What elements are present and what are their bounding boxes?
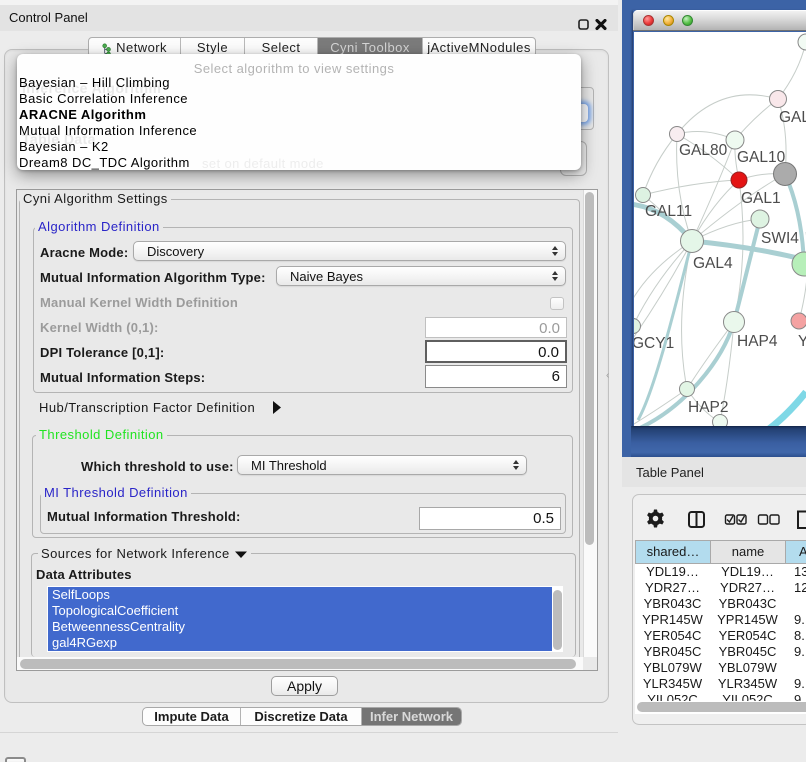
svg-text:GAL1: GAL1 — [741, 190, 781, 207]
svg-text:SWI4: SWI4 — [761, 230, 799, 247]
svg-text:GAL10: GAL10 — [737, 149, 786, 166]
svg-text:GAL7: GAL7 — [779, 109, 806, 126]
svg-text:HAP2: HAP2 — [688, 399, 729, 416]
svg-text:Y: Y — [798, 333, 806, 350]
svg-text:GCY1: GCY1 — [634, 335, 674, 352]
svg-text:GAL80: GAL80 — [679, 142, 728, 159]
svg-text:HAP4: HAP4 — [737, 333, 778, 350]
svg-text:GAL4: GAL4 — [693, 255, 733, 272]
svg-text:GAL11: GAL11 — [645, 203, 692, 220]
